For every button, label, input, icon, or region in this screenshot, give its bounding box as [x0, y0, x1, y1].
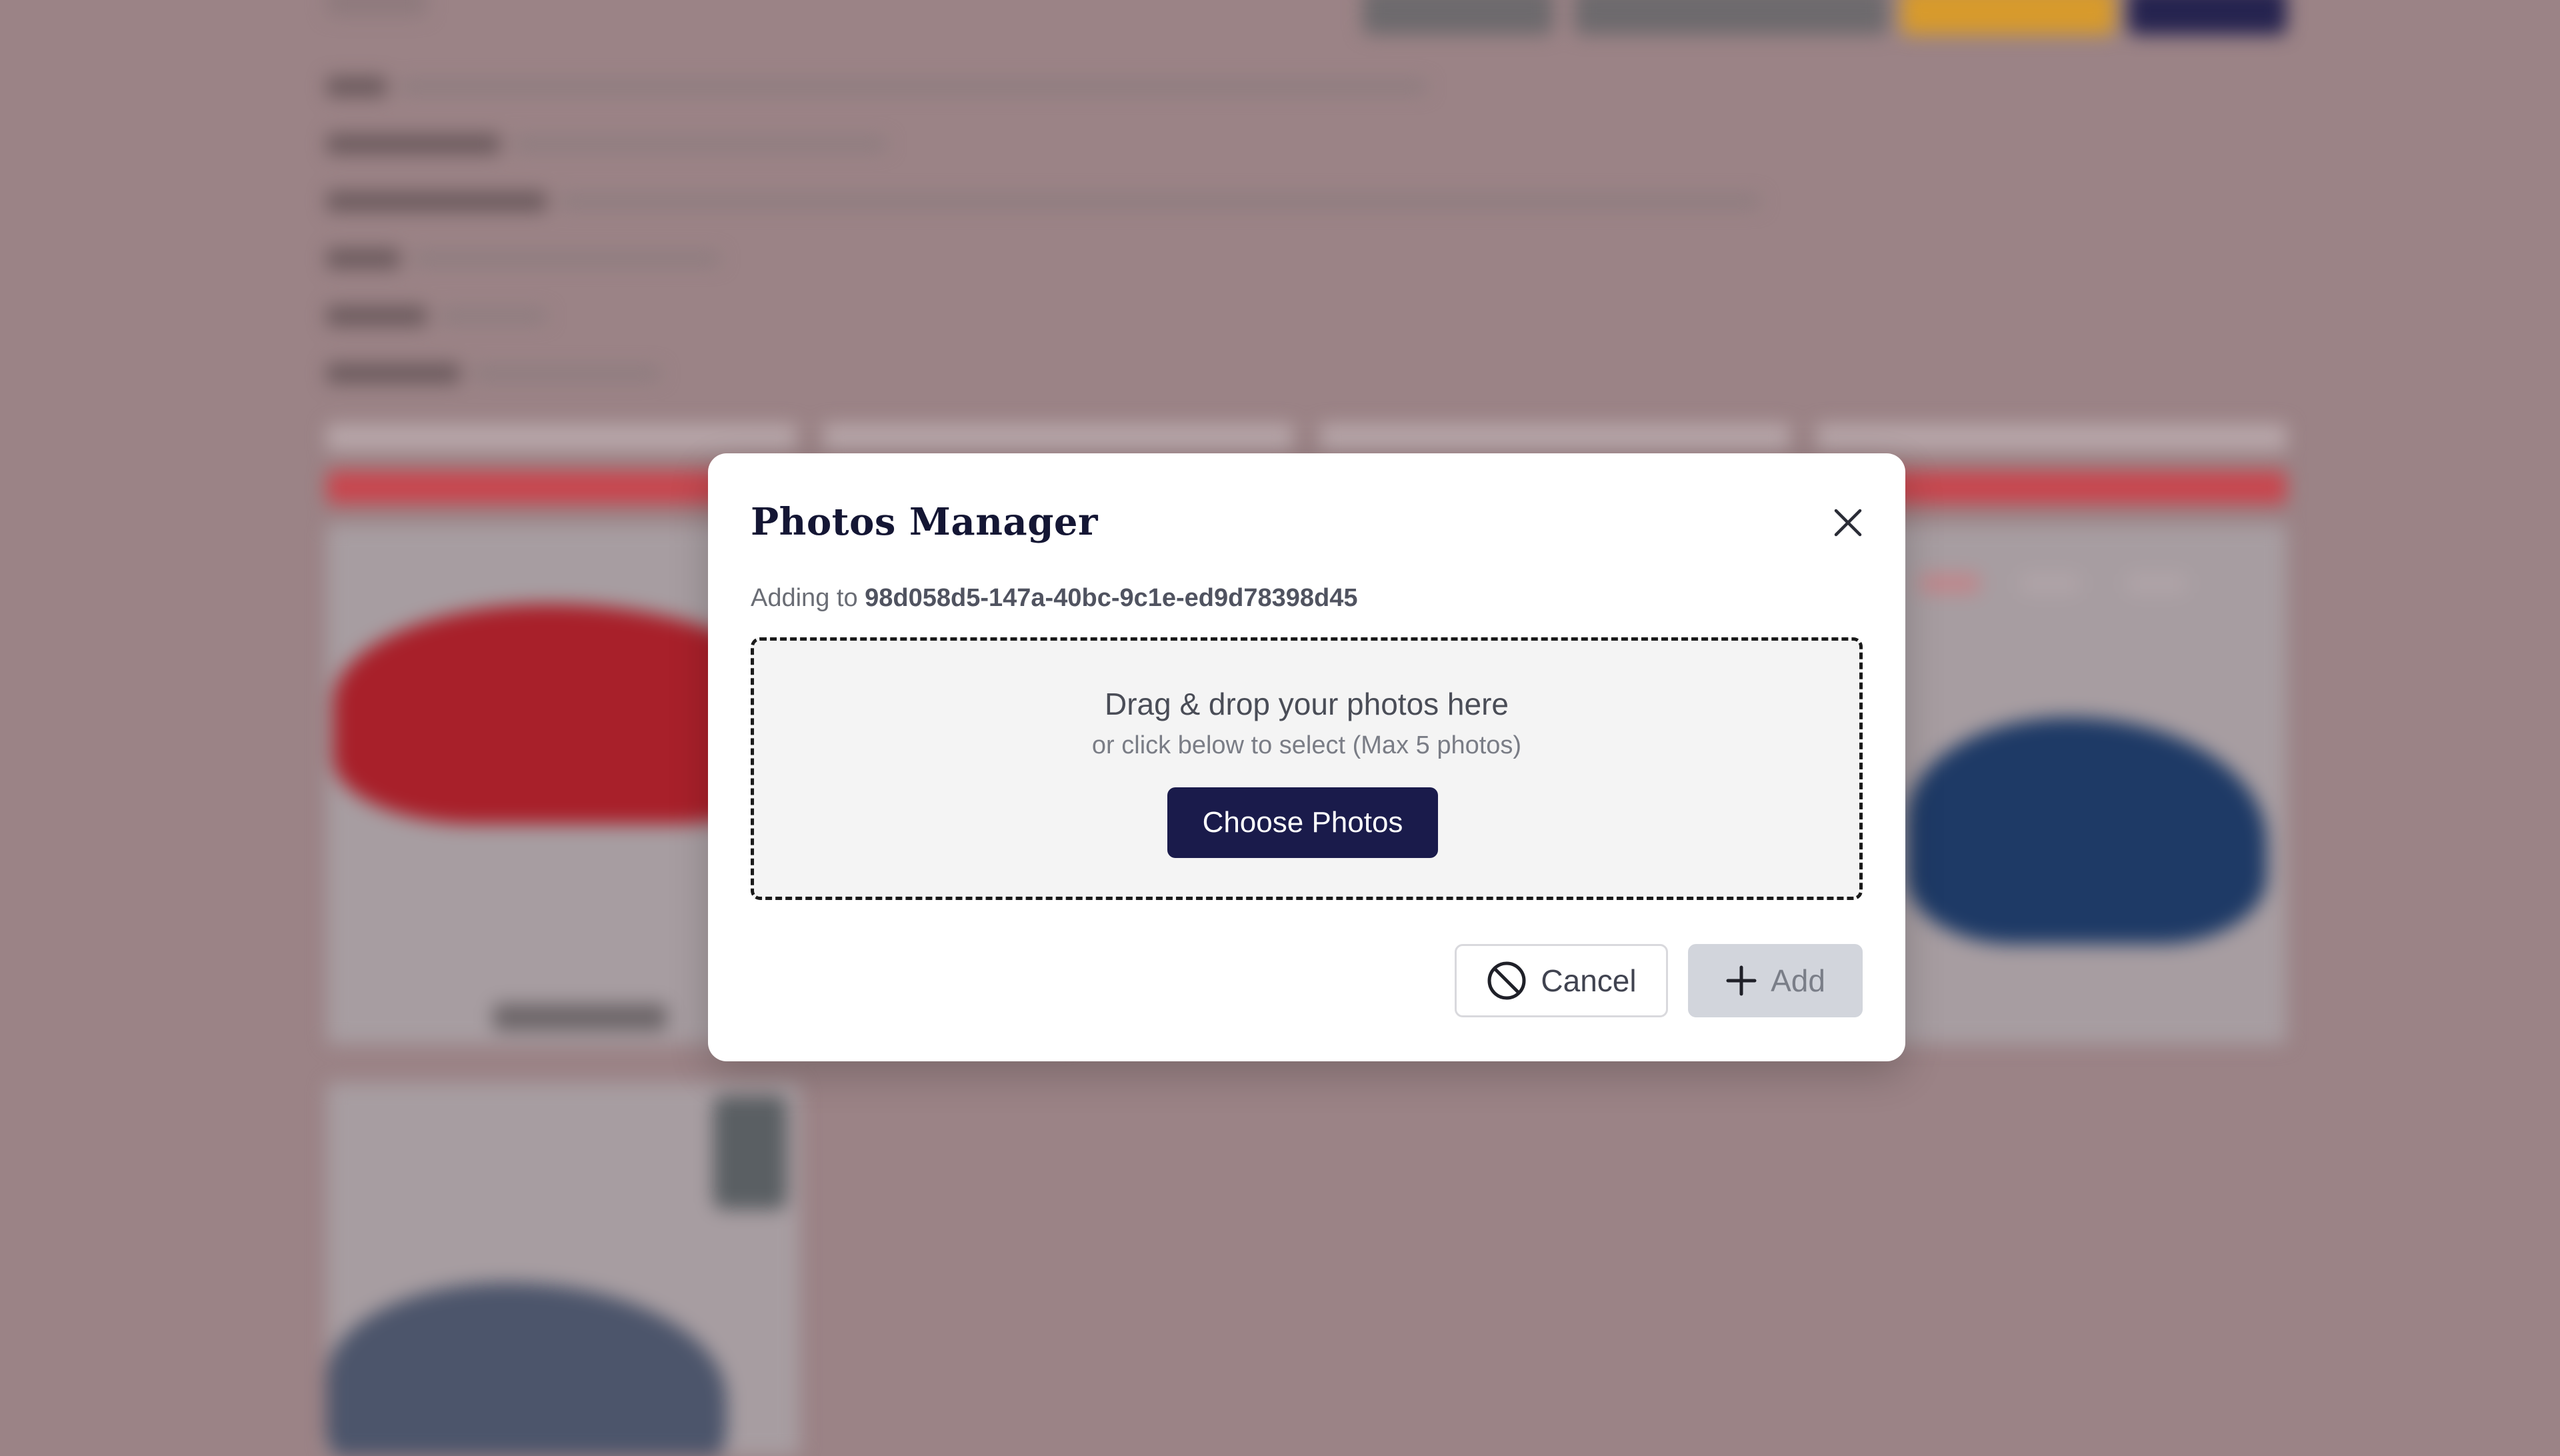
cancel-button-label: Cancel [1541, 963, 1637, 998]
background-photo-card [1853, 524, 2287, 1044]
background-chip [2020, 573, 2080, 593]
background-thumbnail [713, 1096, 787, 1209]
background-button [1901, 0, 2115, 35]
choose-photos-button[interactable]: Choose Photos [1167, 787, 1438, 858]
adding-to-text: Adding to 98d058d5-147a-40bc-9c1e-ed9d78… [751, 584, 1358, 613]
dropzone-primary-text: Drag & drop your photos here [1104, 687, 1509, 721]
ban-icon [1487, 961, 1526, 1000]
background-detail-row [327, 131, 887, 157]
background-table-header [327, 424, 2287, 451]
background-detail-row [327, 303, 547, 329]
close-icon [1834, 509, 1862, 537]
background-button [1575, 0, 1888, 35]
background-chip [2127, 573, 2187, 593]
background-blue-car [1907, 717, 2267, 944]
background-button [2128, 0, 2287, 35]
background-logo [327, 0, 427, 16]
background-grey-car [327, 1283, 727, 1456]
dropzone-secondary-text: or click below to select (Max 5 photos) [1091, 731, 1522, 759]
background-detail-row [327, 73, 1427, 100]
photo-dropzone[interactable]: Drag & drop your photos here or click be… [751, 637, 1863, 900]
modal-title: Photos Manager [751, 500, 1098, 544]
cancel-button[interactable]: Cancel [1455, 944, 1668, 1017]
background-card-caption [493, 1004, 667, 1031]
adding-to-label: Adding to [751, 584, 858, 612]
plus-icon [1726, 965, 1757, 996]
add-button-label: Add [1771, 963, 1825, 998]
target-id: 98d058d5-147a-40bc-9c1e-ed9d78398d45 [865, 584, 1358, 612]
background-photo-card [327, 1083, 800, 1456]
photos-manager-modal: Photos Manager Adding to 98d058d5-147a-4… [708, 453, 1905, 1061]
background-button [1363, 0, 1553, 35]
background-detail-row [327, 188, 1760, 215]
background-detail-row [327, 245, 720, 272]
add-button[interactable]: Add [1688, 944, 1863, 1017]
close-button[interactable] [1824, 499, 1872, 547]
background-chip [1920, 573, 1980, 593]
background-detail-row [327, 360, 660, 387]
